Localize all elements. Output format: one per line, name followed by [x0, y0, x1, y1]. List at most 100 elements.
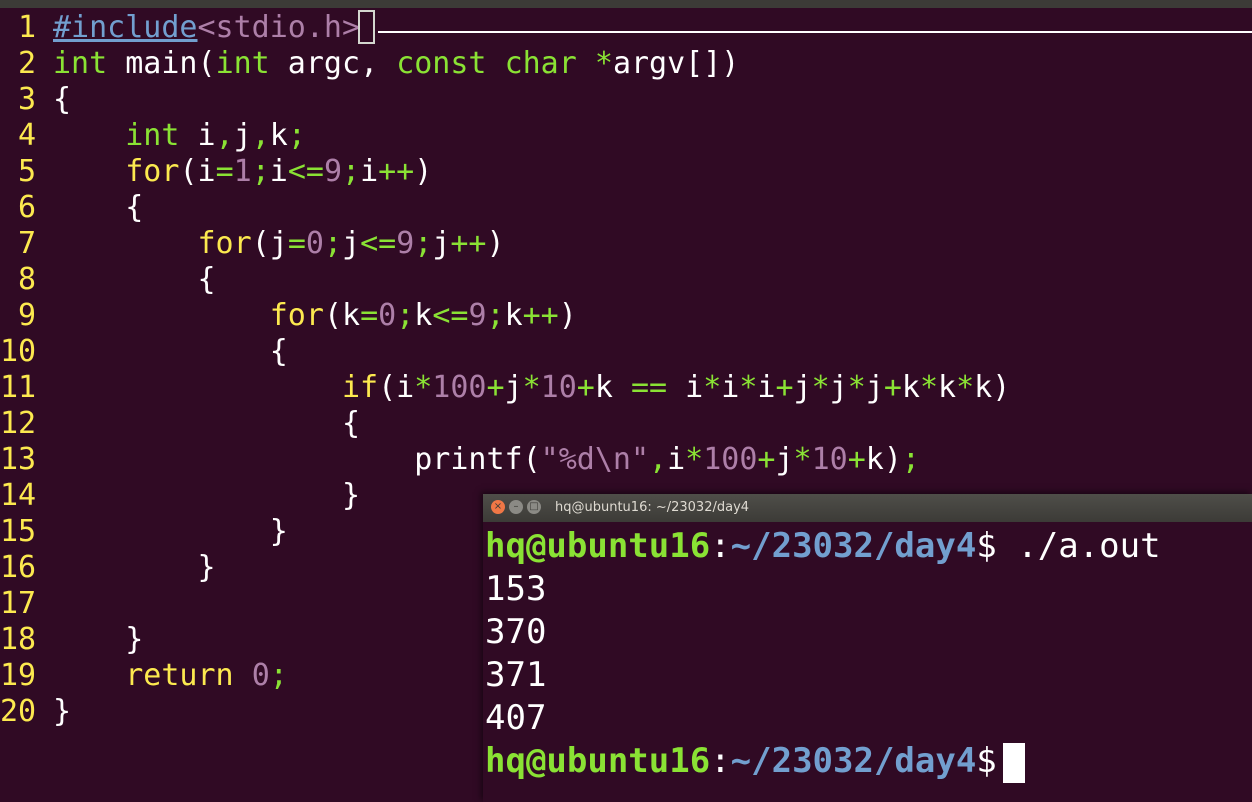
line-number: 1 — [17, 10, 36, 45]
terminal-window[interactable]: × – □ hq@ubuntu16: ~/23032/day4 hq@ubunt… — [483, 494, 1252, 802]
code-token: { — [53, 334, 288, 369]
prompt-user: hq@ubuntu16 — [485, 741, 711, 781]
code-line[interactable]: 7 for(j=0;j<=9;j++) — [0, 226, 505, 262]
code-line[interactable]: 14 } — [0, 478, 360, 514]
code-token: , — [360, 46, 397, 81]
terminal-titlebar[interactable]: × – □ hq@ubuntu16: ~/23032/day4 — [483, 494, 1252, 522]
code-token: , — [649, 442, 668, 477]
close-icon[interactable]: × — [491, 500, 505, 514]
code-token: } — [53, 478, 361, 513]
line-number: 17 — [0, 586, 37, 621]
code-token: const — [396, 46, 487, 81]
code-token: k — [504, 298, 523, 333]
code-token: ) — [558, 298, 577, 333]
code-token: j — [829, 370, 848, 405]
code-token: } — [53, 622, 144, 657]
code-token: 10 — [811, 442, 848, 477]
code-token: ; — [251, 154, 270, 189]
code-token: j — [775, 442, 794, 477]
code-line[interactable]: 9 for(k=0;k<=9;k++) — [0, 298, 577, 334]
terminal-prompt-line[interactable]: hq@ubuntu16:~/23032/day4$ — [485, 740, 1025, 783]
code-token: "%d\n" — [540, 442, 650, 477]
code-line[interactable]: 2 int main(int argc, const char *argv[]) — [0, 46, 739, 82]
code-token: * — [811, 370, 830, 405]
code-line[interactable]: 4 int i,j,k; — [0, 118, 306, 154]
top-edge-bar — [0, 0, 1252, 8]
code-token: { — [53, 262, 216, 297]
code-token: char — [504, 46, 577, 81]
maximize-icon[interactable]: □ — [527, 500, 541, 514]
code-token: ++ — [378, 154, 415, 189]
code-line[interactable]: 15 } — [0, 514, 288, 550]
code-token: 1 — [233, 154, 252, 189]
code-line[interactable]: 13 printf("%d\n",i*100+j*10+k); — [0, 442, 920, 478]
code-token: 100 — [703, 442, 758, 477]
code-token: for — [197, 226, 252, 261]
line-number: 16 — [0, 550, 37, 585]
line-number: 13 — [0, 442, 37, 477]
code-token: argv[]) — [612, 46, 740, 81]
code-token: * — [847, 370, 866, 405]
terminal-command: ./a.out — [996, 526, 1161, 566]
code-token: , — [215, 118, 234, 153]
code-line[interactable]: 10 { — [0, 334, 288, 370]
code-token: ; — [396, 298, 415, 333]
code-line[interactable]: 16 } — [0, 550, 216, 586]
code-line[interactable]: 1 #include<stdio.h> — [0, 10, 360, 46]
code-token: j — [432, 226, 451, 261]
code-token: = — [215, 154, 234, 189]
code-token: 100 — [432, 370, 487, 405]
code-line[interactable]: 18 } — [0, 622, 143, 658]
code-line[interactable]: 3{ — [0, 82, 71, 118]
line-number: 12 — [0, 406, 37, 441]
code-token: i — [721, 370, 740, 405]
code-line[interactable]: 20} — [0, 694, 71, 730]
minimize-icon[interactable]: – — [509, 500, 523, 514]
terminal-output-line: 407 — [485, 698, 547, 738]
line-number: 11 — [0, 370, 37, 405]
line-number: 5 — [17, 154, 36, 189]
code-token: } — [53, 550, 216, 585]
prompt-separator: : — [710, 526, 731, 566]
code-token: int — [125, 118, 180, 153]
code-token: i — [757, 370, 776, 405]
code-token: } — [53, 694, 72, 729]
code-token: for — [269, 298, 324, 333]
code-line[interactable]: 17 — [0, 586, 53, 622]
code-line[interactable]: 8 { — [0, 262, 216, 298]
code-token: for — [125, 154, 180, 189]
code-token: k — [269, 118, 288, 153]
terminal-title: hq@ubuntu16: ~/23032/day4 — [555, 500, 750, 515]
code-token: { — [53, 190, 144, 225]
code-line[interactable]: 11 if(i*100+j*10+k == i*i*i+j*j*j+k*k*k) — [0, 370, 1010, 406]
code-line[interactable]: 19 return 0; — [0, 658, 288, 694]
code-token: k — [938, 370, 957, 405]
code-line[interactable]: 6 { — [0, 190, 143, 226]
code-token: 9 — [468, 298, 487, 333]
line-number: 10 — [0, 334, 37, 369]
code-token: j — [793, 370, 812, 405]
code-token: * — [919, 370, 939, 405]
code-token: * — [685, 442, 704, 477]
code-token: i — [179, 118, 216, 153]
code-line[interactable]: 5 for(i=1;i<=9;i++) — [0, 154, 432, 190]
code-token: 0 — [378, 298, 397, 333]
prompt-path: ~/23032/day4 — [730, 741, 977, 781]
code-token: * — [739, 370, 758, 405]
line-number: 7 — [17, 226, 36, 261]
code-token: int — [53, 46, 108, 81]
code-token: * — [414, 370, 433, 405]
code-token: k — [594, 370, 631, 405]
line-number: 20 — [0, 694, 37, 729]
code-token: return — [125, 658, 234, 693]
code-token: argc — [269, 46, 361, 81]
code-line[interactable]: 12 { — [0, 406, 360, 442]
code-token: int — [215, 46, 270, 81]
code-token: j — [504, 370, 523, 405]
